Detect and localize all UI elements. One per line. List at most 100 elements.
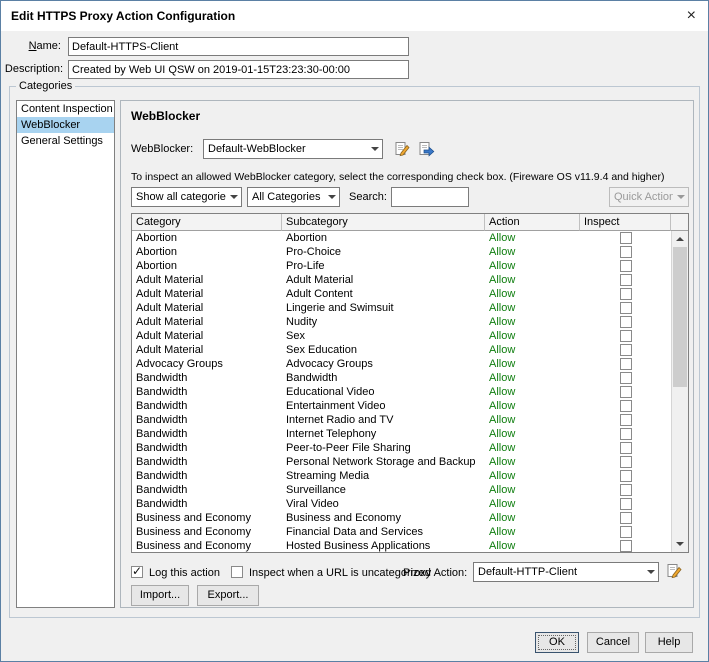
inspect-checkbox[interactable] bbox=[619, 358, 632, 370]
webblocker-select[interactable]: Default-WebBlocker bbox=[203, 139, 383, 159]
scroll-thumb[interactable] bbox=[673, 247, 687, 387]
log-action-checkbox[interactable] bbox=[131, 564, 143, 578]
column-header-inspect[interactable]: Inspect bbox=[580, 214, 671, 231]
cell-inspect bbox=[580, 245, 671, 259]
sidebar-item-webblocker[interactable]: WebBlocker bbox=[17, 117, 114, 133]
help-button[interactable]: Help bbox=[645, 632, 693, 653]
export-button[interactable]: Export... bbox=[197, 585, 259, 606]
proxy-action-select[interactable]: Default-HTTP-Client bbox=[473, 562, 659, 582]
inspect-checkbox[interactable] bbox=[619, 232, 632, 244]
scroll-up-button[interactable] bbox=[672, 231, 688, 247]
ok-button[interactable]: OK bbox=[535, 632, 579, 653]
table-row[interactable]: Bandwidth Internet Telephony Allow bbox=[132, 427, 671, 441]
edit-proxy-action-icon[interactable] bbox=[665, 562, 683, 580]
inspect-checkbox[interactable] bbox=[619, 400, 632, 412]
table-row[interactable]: Bandwidth Surveillance Allow bbox=[132, 483, 671, 497]
table-row[interactable]: Adult Material Sex Allow bbox=[132, 329, 671, 343]
cell-action: Allow bbox=[489, 484, 516, 496]
table-row[interactable]: Business and Economy Hosted Business Appl… bbox=[132, 539, 671, 552]
table-row[interactable]: Bandwidth Entertainment Video Allow bbox=[132, 399, 671, 413]
inspect-checkbox[interactable] bbox=[619, 470, 632, 482]
inspect-checkbox[interactable] bbox=[619, 526, 632, 538]
inspect-checkbox[interactable] bbox=[619, 302, 632, 314]
show-categories-filter[interactable]: Show all categories bbox=[131, 187, 242, 207]
cell-action: Allow bbox=[489, 358, 516, 370]
inspect-checkbox[interactable] bbox=[619, 386, 632, 398]
cancel-button[interactable]: Cancel bbox=[587, 632, 639, 653]
edit-webblocker-icon[interactable] bbox=[393, 140, 411, 158]
close-icon[interactable]: × bbox=[687, 1, 696, 31]
cell-category: Bandwidth bbox=[136, 400, 188, 412]
table-row[interactable]: Business and Economy Business and Economy… bbox=[132, 511, 671, 525]
cell-category: Adult Material bbox=[136, 302, 204, 314]
table-row[interactable]: Adult Material Adult Content Allow bbox=[132, 287, 671, 301]
table-row[interactable]: Abortion Abortion Allow bbox=[132, 231, 671, 245]
log-action-label: Log this action bbox=[149, 567, 220, 579]
table-row[interactable]: Bandwidth Internet Radio and TV Allow bbox=[132, 413, 671, 427]
name-field[interactable] bbox=[68, 37, 409, 56]
sidebar-item-general-settings[interactable]: General Settings bbox=[17, 133, 114, 149]
table-row[interactable]: Advocacy Groups Advocacy Groups Allow bbox=[132, 357, 671, 371]
search-label: Search: bbox=[349, 191, 387, 203]
sidebar-item-content-inspection[interactable]: Content Inspection bbox=[17, 101, 114, 117]
inspect-checkbox[interactable] bbox=[619, 456, 632, 468]
panel-title: WebBlocker bbox=[131, 109, 201, 123]
table-row[interactable]: Adult Material Adult Material Allow bbox=[132, 273, 671, 287]
description-field[interactable] bbox=[68, 60, 409, 79]
column-header-action[interactable]: Action bbox=[485, 214, 580, 231]
table-row[interactable]: Bandwidth Streaming Media Allow bbox=[132, 469, 671, 483]
quick-action-select[interactable]: Quick Action bbox=[609, 187, 689, 207]
inspect-checkbox[interactable] bbox=[619, 344, 632, 356]
instruction-text: To inspect an allowed WebBlocker categor… bbox=[131, 171, 665, 183]
cell-subcategory: Lingerie and Swimsuit bbox=[286, 302, 394, 314]
inspect-checkbox[interactable] bbox=[619, 540, 632, 552]
inspect-checkbox[interactable] bbox=[619, 428, 632, 440]
table-row[interactable]: Business and Economy Financial Data and S… bbox=[132, 525, 671, 539]
table-row[interactable]: Adult Material Lingerie and Swimsuit Allow bbox=[132, 301, 671, 315]
inspect-checkbox[interactable] bbox=[619, 414, 632, 426]
inspect-checkbox[interactable] bbox=[619, 484, 632, 496]
inspect-checkbox[interactable] bbox=[619, 512, 632, 524]
cell-subcategory: Educational Video bbox=[286, 386, 375, 398]
table-scrollbar[interactable] bbox=[671, 231, 688, 552]
inspect-checkbox[interactable] bbox=[619, 274, 632, 286]
new-webblocker-icon[interactable] bbox=[417, 140, 435, 158]
cell-action: Allow bbox=[489, 316, 516, 328]
scroll-down-button[interactable] bbox=[672, 536, 688, 552]
cell-action: Allow bbox=[489, 232, 516, 244]
table-row[interactable]: Bandwidth Bandwidth Allow bbox=[132, 371, 671, 385]
inspect-checkbox[interactable] bbox=[619, 316, 632, 328]
table-row[interactable]: Bandwidth Viral Video Allow bbox=[132, 497, 671, 511]
table-row[interactable]: Bandwidth Personal Network Storage and Ba… bbox=[132, 455, 671, 469]
table-row[interactable]: Adult Material Sex Education Allow bbox=[132, 343, 671, 357]
column-header-category[interactable]: Category bbox=[132, 214, 282, 231]
table-header-row: Category Subcategory Action Inspect bbox=[132, 214, 688, 231]
inspect-checkbox[interactable] bbox=[619, 260, 632, 272]
cell-subcategory: Streaming Media bbox=[286, 470, 370, 482]
inspect-checkbox[interactable] bbox=[619, 288, 632, 300]
column-header-subcategory[interactable]: Subcategory bbox=[282, 214, 485, 231]
table-row[interactable]: Abortion Pro-Life Allow bbox=[132, 259, 671, 273]
chevron-down-icon bbox=[226, 188, 241, 206]
cell-inspect bbox=[580, 497, 671, 511]
table-row[interactable]: Adult Material Nudity Allow bbox=[132, 315, 671, 329]
table-row[interactable]: Bandwidth Educational Video Allow bbox=[132, 385, 671, 399]
cell-category: Bandwidth bbox=[136, 414, 188, 426]
inspect-checkbox[interactable] bbox=[619, 246, 632, 258]
inspect-uncategorized-checkbox[interactable] bbox=[231, 566, 243, 578]
cell-action: Allow bbox=[489, 330, 516, 342]
inspect-checkbox[interactable] bbox=[619, 442, 632, 454]
table-row[interactable]: Bandwidth Peer-to-Peer File Sharing Allow bbox=[132, 441, 671, 455]
table-row[interactable]: Abortion Pro-Choice Allow bbox=[132, 245, 671, 259]
cell-action: Allow bbox=[489, 386, 516, 398]
cell-inspect bbox=[580, 525, 671, 539]
inspect-checkbox[interactable] bbox=[619, 498, 632, 510]
inspect-checkbox[interactable] bbox=[619, 372, 632, 384]
search-input[interactable] bbox=[391, 187, 469, 207]
import-button[interactable]: Import... bbox=[131, 585, 189, 606]
cell-inspect bbox=[580, 343, 671, 357]
cell-category: Abortion bbox=[136, 260, 177, 272]
cell-subcategory: Sex Education bbox=[286, 344, 357, 356]
inspect-checkbox[interactable] bbox=[619, 330, 632, 342]
category-filter[interactable]: All Categories bbox=[247, 187, 340, 207]
